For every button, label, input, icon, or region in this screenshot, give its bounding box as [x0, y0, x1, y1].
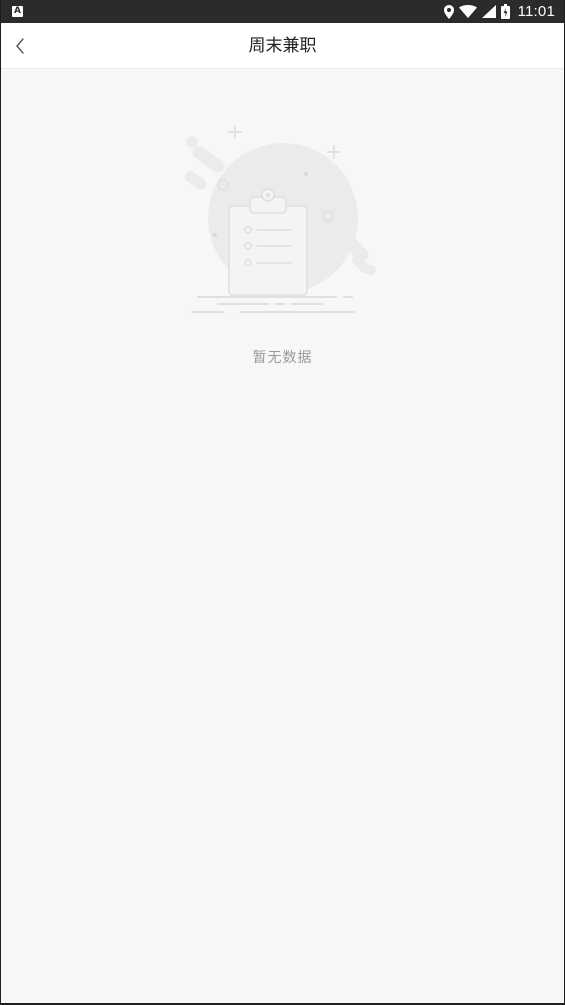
location-icon [443, 4, 454, 19]
empty-clipboard-icon [184, 125, 376, 313]
signal-icon [481, 5, 496, 18]
app-bar: 周末兼职 [0, 23, 565, 69]
battery-icon [500, 4, 510, 19]
status-bar: A 11:01 [0, 0, 565, 23]
empty-message: 暂无数据 [252, 350, 313, 366]
status-bar-right: 11:01 [443, 3, 555, 20]
app-notification-icon: A [12, 6, 23, 17]
status-bar-left: A [12, 6, 23, 17]
wifi-icon [458, 5, 477, 18]
page-title: 周末兼职 [248, 36, 317, 56]
empty-state: 暂无数据 [0, 115, 565, 367]
status-time: 11:01 [517, 3, 555, 20]
